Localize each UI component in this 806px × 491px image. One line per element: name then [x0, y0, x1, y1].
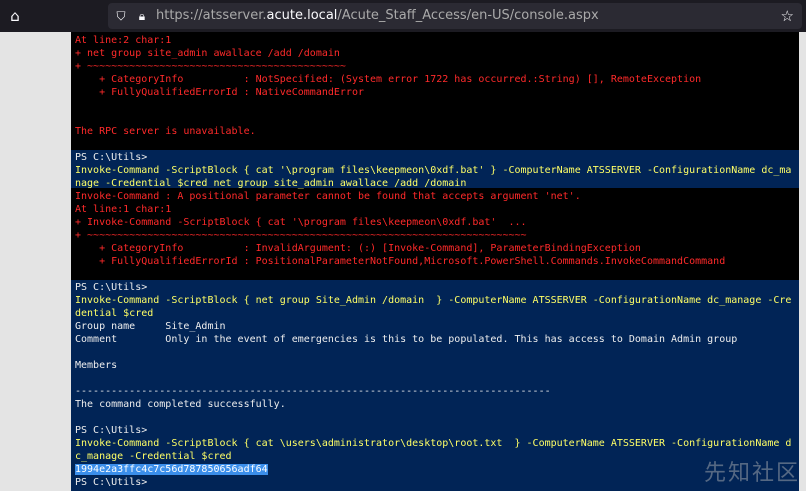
console-line: nage -Credential $cred net group site_ad…: [75, 177, 791, 190]
console-line-text: PS C:\Utils>: [75, 477, 148, 488]
console-line-text: ----------------------------------------…: [75, 386, 551, 397]
home-icon[interactable]: ⌂: [6, 7, 24, 25]
console-line: + FullyQualifiedErrorId : PositionalPara…: [75, 255, 791, 268]
console-line-text: Members: [75, 360, 118, 371]
console-line-text: Invoke-Command -ScriptBlock { net group …: [75, 295, 792, 306]
console-line-text: Invoke-Command : A positional parameter …: [75, 191, 581, 202]
console-line-text: + Invoke-Command -ScriptBlock { cat '\pr…: [75, 217, 527, 228]
console-line-text: The command completed successfully.: [75, 399, 286, 410]
url-text[interactable]: https://atsserver.acute.local/Acute_Staf…: [156, 8, 599, 24]
watermark-logo: 先知社区: [703, 461, 800, 486]
console-line-text: Comment Only in the event of emergencies…: [75, 334, 738, 345]
console-line: Invoke-Command -ScriptBlock { cat \users…: [75, 437, 791, 450]
console-line-text: + ~~~~~~~~~~~~~~~~~~~~~~~~~~~~~~~~~~~~~~…: [75, 61, 346, 72]
console-line-text: At line:2 char:1: [75, 35, 172, 46]
console-line-text: dential $cred: [75, 308, 154, 319]
page-content: At line:2 char:1 + net group site_admin a…: [0, 32, 806, 491]
console-line: + Invoke-Command -ScriptBlock { cat '\pr…: [75, 216, 791, 229]
powershell-console[interactable]: At line:2 char:1 + net group site_admin a…: [71, 32, 799, 491]
console-line-text: PS C:\Utils>: [75, 152, 148, 163]
console-line-text: + ~~~~~~~~~~~~~~~~~~~~~~~~~~~~~~~~~~~~~~…: [75, 230, 527, 241]
lock-icon[interactable]: 🔒︎: [135, 9, 149, 23]
console-line: + CategoryInfo : InvalidArgument: (:) [I…: [75, 242, 791, 255]
console-line: Invoke-Command -ScriptBlock { net group …: [75, 294, 791, 307]
console-line-text: The RPC server is unavailable.: [75, 126, 256, 137]
console-line-text: + net group site_admin awallace /add /do…: [75, 48, 340, 59]
console-line-text: Group name Site_Admin: [75, 321, 226, 332]
console-line: Invoke-Command -ScriptBlock { cat '\prog…: [75, 164, 791, 177]
console-line-text: 1994e2a3ffc4c7c56d787850656adf64: [75, 464, 268, 475]
console-output: At line:2 char:1 + net group site_admin a…: [75, 34, 791, 489]
browser-toolbar: ⌂ ⛉ 🔒︎ https://atsserver.acute.local/Acu…: [0, 0, 806, 32]
console-line: + net group site_admin awallace /add /do…: [75, 47, 791, 60]
console-line: 1994e2a3ffc4c7c56d787850656adf64: [75, 463, 791, 476]
console-line: The command completed successfully.: [75, 398, 791, 411]
console-line: Comment Only in the event of emergencies…: [75, 333, 791, 346]
url-path: /Acute_Staff_Access/en-US/console.aspx: [337, 8, 599, 23]
console-line-text: c_manage -Credential $cred: [75, 451, 232, 462]
console-line-text: At line:1 char:1: [75, 204, 172, 215]
console-line: At line:2 char:1: [75, 34, 791, 47]
console-line: + ~~~~~~~~~~~~~~~~~~~~~~~~~~~~~~~~~~~~~~…: [75, 229, 791, 242]
console-line-text: PS C:\Utils>: [75, 425, 148, 436]
console-line: c_manage -Credential $cred: [75, 450, 791, 463]
console-line: PS C:\Utils>: [75, 424, 791, 437]
console-line-text: + CategoryInfo : InvalidArgument: (:) [I…: [75, 243, 641, 254]
console-line: Invoke-Command : A positional parameter …: [75, 190, 791, 203]
console-line-text: + CategoryInfo : NotSpecified: (System e…: [75, 74, 702, 85]
console-line-text: nage -Credential $cred net group site_ad…: [75, 178, 467, 189]
shield-icon[interactable]: ⛉: [114, 9, 128, 23]
star-icon[interactable]: ☆: [781, 8, 794, 24]
console-line: ----------------------------------------…: [75, 385, 791, 398]
url-bar[interactable]: ⛉ 🔒︎ https://atsserver.acute.local/Acute…: [108, 3, 802, 29]
console-line: PS C:\Utils>: [75, 476, 791, 489]
console-line: PS C:\Utils>: [75, 281, 791, 294]
console-line-text: + FullyQualifiedErrorId : PositionalPara…: [75, 256, 726, 267]
console-line: + FullyQualifiedErrorId : NativeCommandE…: [75, 86, 791, 99]
url-host: acute.local: [266, 8, 338, 23]
console-line-text: Invoke-Command -ScriptBlock { cat \users…: [75, 438, 792, 449]
console-line-text: PS C:\Utils>: [75, 282, 148, 293]
console-line-text: + FullyQualifiedErrorId : NativeCommandE…: [75, 87, 364, 98]
console-line: dential $cred: [75, 307, 791, 320]
console-line-text: Invoke-Command -ScriptBlock { cat '\prog…: [75, 165, 792, 176]
console-line: The RPC server is unavailable.: [75, 125, 791, 138]
console-line: At line:1 char:1: [75, 203, 791, 216]
console-line: + CategoryInfo : NotSpecified: (System e…: [75, 73, 791, 86]
console-line: Group name Site_Admin: [75, 320, 791, 333]
console-line: + ~~~~~~~~~~~~~~~~~~~~~~~~~~~~~~~~~~~~~~…: [75, 60, 791, 73]
url-prefix: https://atsserver.: [156, 8, 267, 23]
console-line: PS C:\Utils>: [75, 151, 791, 164]
console-line: Members: [75, 359, 791, 372]
